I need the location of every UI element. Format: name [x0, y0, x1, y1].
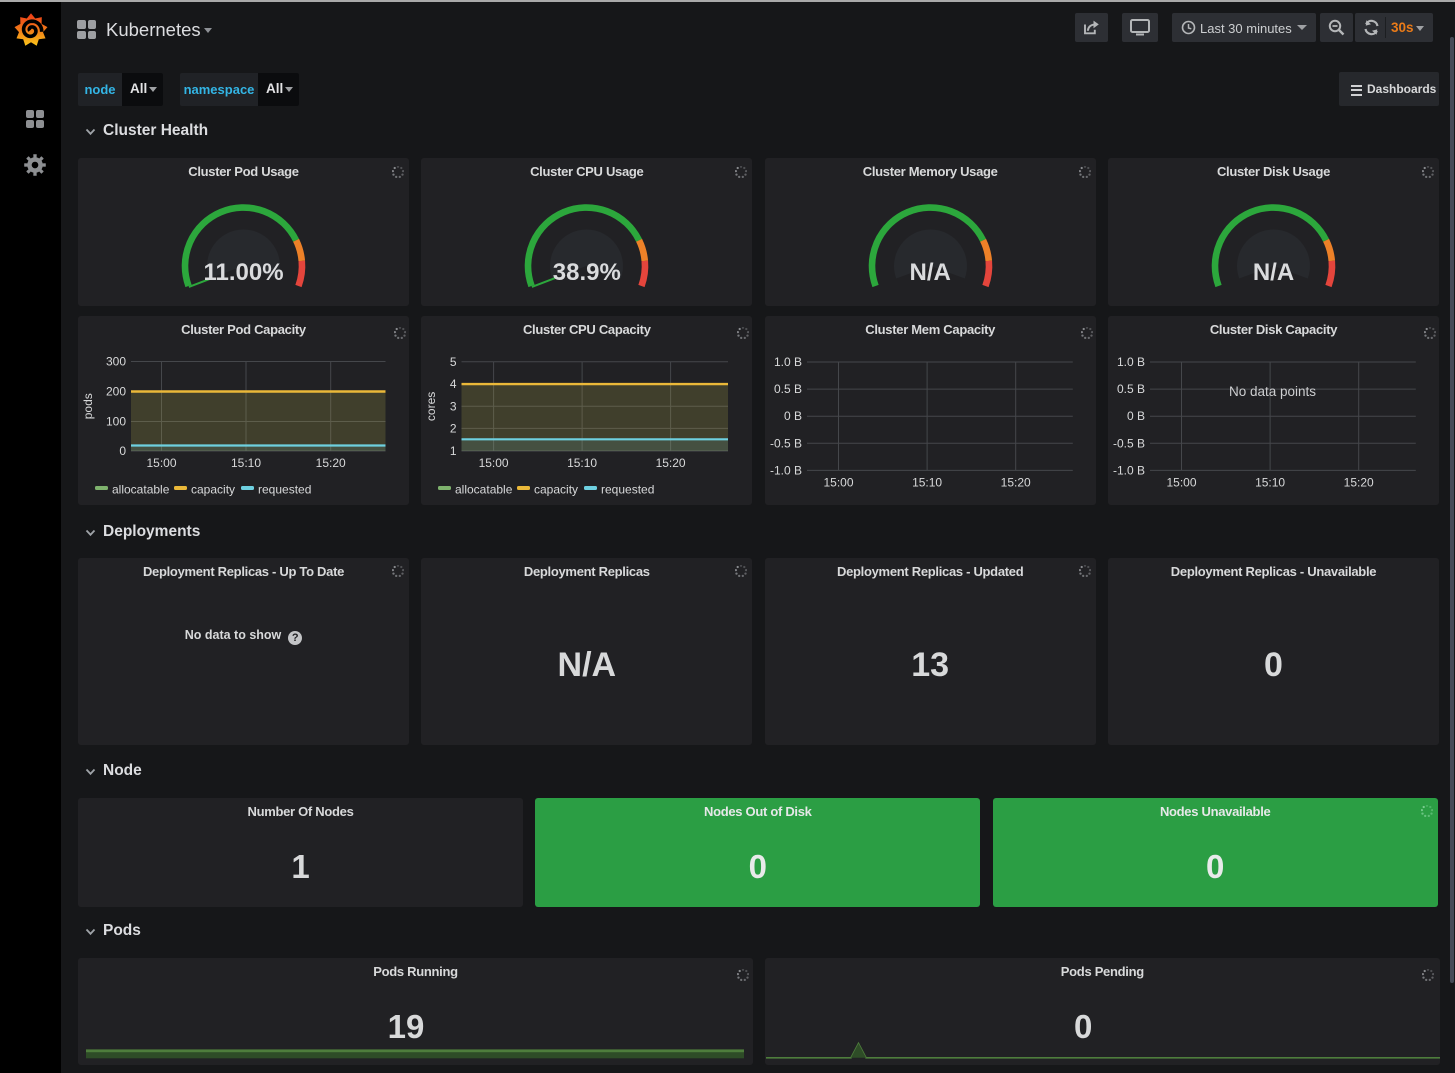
svg-text:300: 300 — [106, 355, 126, 369]
svg-text:1.0 B: 1.0 B — [1117, 355, 1145, 369]
svg-text:200: 200 — [106, 385, 126, 399]
svg-text:0.5 B: 0.5 B — [774, 382, 802, 396]
svg-text:requested: requested — [601, 483, 654, 497]
svg-text:allocatable: allocatable — [112, 483, 170, 497]
svg-text:1.0 B: 1.0 B — [774, 355, 802, 369]
svg-text:0 B: 0 B — [1127, 409, 1145, 423]
svg-text:100: 100 — [106, 415, 126, 429]
svg-text:0: 0 — [119, 444, 126, 458]
svg-text:15:20: 15:20 — [316, 456, 346, 470]
svg-text:cores: cores — [424, 392, 438, 421]
svg-text:4: 4 — [450, 377, 457, 391]
svg-text:capacity: capacity — [191, 483, 235, 497]
svg-text:15:10: 15:10 — [912, 476, 942, 490]
svg-text:15:10: 15:10 — [567, 456, 597, 470]
svg-text:3: 3 — [450, 399, 457, 413]
svg-text:15:10: 15:10 — [1255, 476, 1285, 490]
svg-text:15:20: 15:20 — [1000, 476, 1030, 490]
svg-text:-1.0 B: -1.0 B — [770, 463, 802, 477]
svg-text:15:00: 15:00 — [146, 456, 176, 470]
svg-text:15:00: 15:00 — [823, 476, 853, 490]
svg-text:0.5 B: 0.5 B — [1117, 382, 1145, 396]
svg-text:1: 1 — [450, 444, 457, 458]
svg-text:allocatable: allocatable — [455, 483, 513, 497]
svg-text:requested: requested — [258, 483, 311, 497]
svg-text:capacity: capacity — [534, 483, 578, 497]
svg-text:2: 2 — [450, 421, 457, 435]
svg-text:15:20: 15:20 — [656, 456, 686, 470]
svg-text:-0.5 B: -0.5 B — [770, 436, 802, 450]
svg-text:15:00: 15:00 — [1166, 476, 1196, 490]
svg-text:5: 5 — [450, 355, 457, 369]
svg-text:pods: pods — [81, 393, 95, 419]
svg-text:15:20: 15:20 — [1344, 476, 1374, 490]
svg-text:15:00: 15:00 — [479, 456, 509, 470]
svg-text:-0.5 B: -0.5 B — [1113, 436, 1145, 450]
svg-text:0 B: 0 B — [784, 409, 802, 423]
svg-text:No data points: No data points — [1229, 384, 1316, 399]
svg-text:-1.0 B: -1.0 B — [1113, 463, 1145, 477]
svg-text:15:10: 15:10 — [231, 456, 261, 470]
